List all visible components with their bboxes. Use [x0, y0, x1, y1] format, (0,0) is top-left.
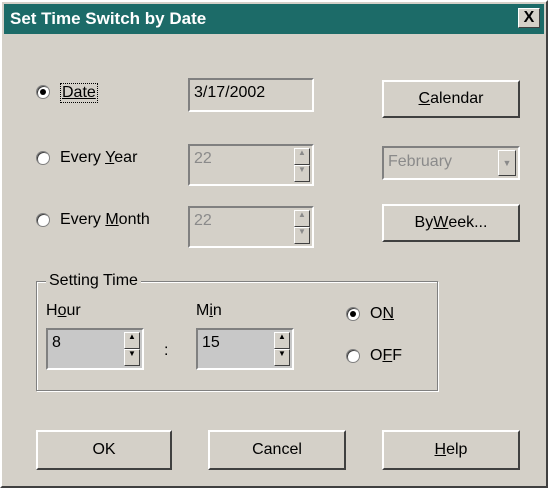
spin-down-icon[interactable]: ▼: [124, 349, 140, 366]
date-field-value: 3/17/2002: [194, 84, 266, 101]
spin-down-icon[interactable]: ▼: [294, 165, 310, 182]
every-month-spinner[interactable]: ▲ ▼: [294, 210, 310, 244]
on-label[interactable]: ON: [370, 305, 394, 323]
spin-up-icon[interactable]: ▲: [124, 332, 140, 349]
every-year-label[interactable]: Every Year: [60, 149, 137, 167]
calendar-button[interactable]: Calendar: [382, 80, 520, 118]
date-radio[interactable]: [36, 85, 50, 99]
date-field[interactable]: 3/17/2002: [188, 78, 314, 112]
on-radio[interactable]: [346, 307, 360, 321]
hour-value: 8: [52, 334, 61, 351]
spin-up-icon[interactable]: ▲: [294, 210, 310, 227]
help-button[interactable]: Help: [382, 430, 520, 470]
every-month-radio[interactable]: [36, 213, 50, 227]
set-time-switch-dialog: Set Time Switch by Date X Date 3/17/2002…: [0, 0, 548, 488]
min-value: 15: [202, 334, 220, 351]
title-bar[interactable]: Set Time Switch by Date X: [4, 4, 544, 34]
spin-up-icon[interactable]: ▲: [294, 148, 310, 165]
time-separator: :: [164, 342, 169, 359]
cancel-button[interactable]: Cancel: [208, 430, 346, 470]
every-month-day-spinbox[interactable]: 22 ▲ ▼: [188, 206, 314, 248]
month-combobox-value: February: [388, 153, 453, 170]
every-year-day-spinbox[interactable]: 22 ▲ ▼: [188, 144, 314, 186]
month-combobox[interactable]: February ▼: [382, 146, 520, 180]
date-radio-dot: [40, 89, 46, 95]
spin-up-icon[interactable]: ▲: [274, 332, 290, 349]
min-spinbox[interactable]: 15 ▲ ▼: [196, 328, 294, 370]
off-radio[interactable]: [346, 349, 360, 363]
every-year-day-value: 22: [194, 150, 212, 167]
every-year-radio[interactable]: [36, 151, 50, 165]
close-icon: X: [523, 9, 535, 26]
spin-down-icon[interactable]: ▼: [294, 227, 310, 244]
close-button[interactable]: X: [518, 8, 540, 28]
on-radio-dot: [350, 311, 356, 317]
setting-time-group-label: Setting Time: [46, 272, 141, 290]
min-label: Min: [196, 302, 222, 319]
ok-button[interactable]: OK: [36, 430, 172, 470]
min-spinner[interactable]: ▲ ▼: [274, 332, 290, 366]
chevron-down-icon[interactable]: ▼: [498, 150, 516, 176]
hour-spinbox[interactable]: 8 ▲ ▼: [46, 328, 144, 370]
every-month-label[interactable]: Every Month: [60, 211, 150, 229]
hour-label: Hour: [46, 302, 81, 319]
date-label[interactable]: Date: [60, 83, 98, 103]
window-title: Set Time Switch by Date: [10, 9, 207, 28]
spin-down-icon[interactable]: ▼: [274, 349, 290, 366]
every-month-day-value: 22: [194, 212, 212, 229]
hour-spinner[interactable]: ▲ ▼: [124, 332, 140, 366]
by-week-button[interactable]: By Week...: [382, 204, 520, 242]
off-label[interactable]: OFF: [370, 347, 402, 365]
every-year-spinner[interactable]: ▲ ▼: [294, 148, 310, 182]
